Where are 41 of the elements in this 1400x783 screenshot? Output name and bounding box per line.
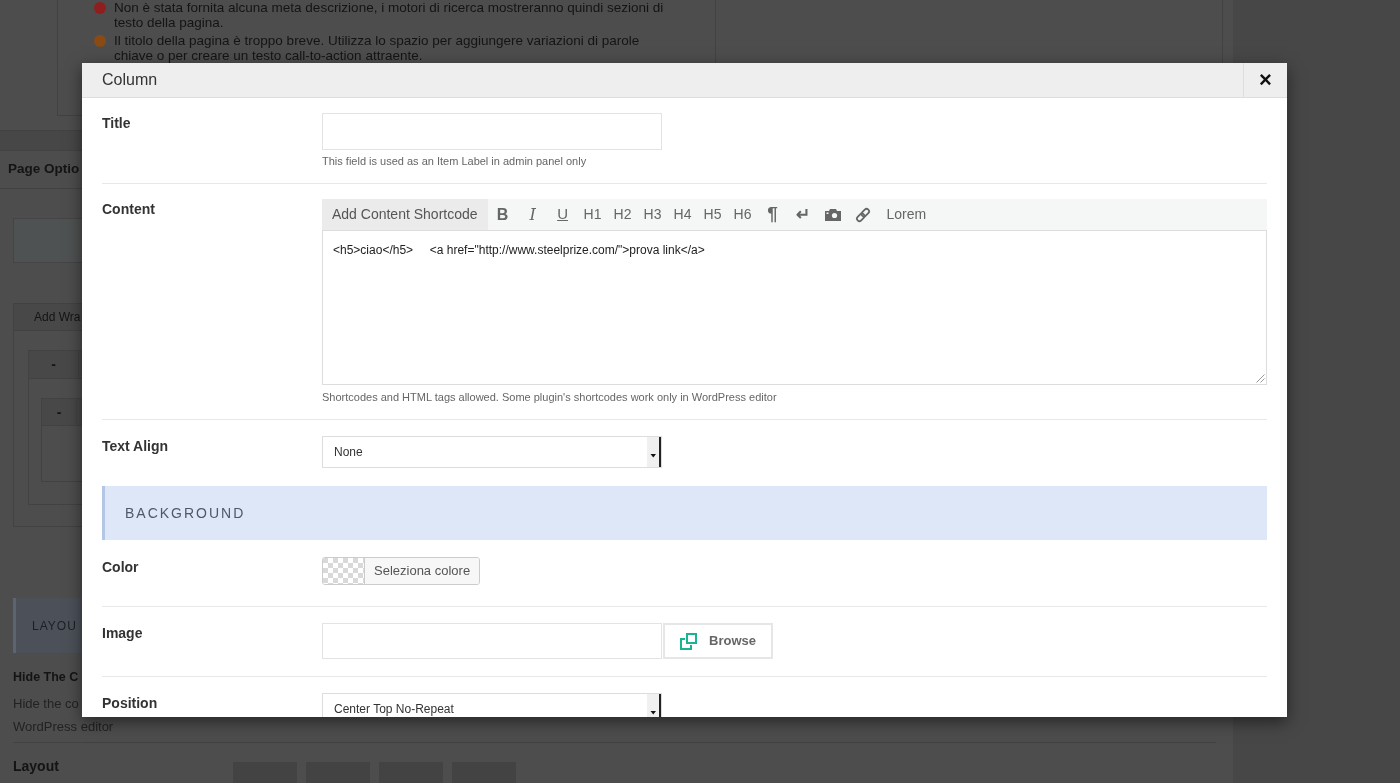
field-label: Image bbox=[102, 624, 144, 643]
heading-button[interactable]: H5 bbox=[697, 199, 728, 230]
link-icon bbox=[854, 206, 871, 223]
heading-button[interactable]: H3 bbox=[637, 199, 668, 230]
underline-button[interactable]: U bbox=[547, 199, 578, 230]
field-label: Layout bbox=[13, 757, 60, 776]
shortcode-button[interactable]: Lorem bbox=[877, 199, 936, 230]
field-label: Position bbox=[102, 694, 159, 713]
checkerboard-swatch-icon[interactable] bbox=[323, 558, 364, 584]
close-button[interactable]: × bbox=[1243, 63, 1287, 97]
italic-button[interactable]: I bbox=[517, 199, 548, 230]
paragraph-button[interactable]: ¶ bbox=[757, 199, 788, 230]
image-url-field[interactable] bbox=[322, 623, 662, 659]
text-input-field[interactable] bbox=[322, 113, 662, 150]
field-label: Color bbox=[102, 558, 140, 577]
heading-button[interactable]: H4 bbox=[667, 199, 698, 230]
heading-button[interactable]: H2 bbox=[607, 199, 638, 230]
info-box bbox=[13, 218, 82, 263]
dropdown-arrow-icon bbox=[647, 694, 661, 717]
bold-button[interactable]: B bbox=[487, 199, 518, 230]
field-label: Title bbox=[102, 114, 132, 133]
resize-grip-icon[interactable] bbox=[1256, 374, 1265, 383]
browse-button[interactable]: Browse bbox=[663, 623, 773, 659]
modal-title: Column bbox=[102, 70, 158, 90]
dropdown[interactable]: Center Top No-Repeat bbox=[322, 693, 662, 717]
dropdown[interactable]: None bbox=[322, 436, 662, 468]
panel-title: Page Optio bbox=[8, 160, 80, 179]
select-color-button[interactable]: Seleziona colore bbox=[364, 558, 480, 584]
add-shortcode-button[interactable]: Add Content Shortcode bbox=[322, 199, 488, 230]
line-break-button[interactable]: ↵ bbox=[787, 199, 818, 230]
heading-button[interactable]: H1 bbox=[577, 199, 608, 230]
heading-button[interactable]: H6 bbox=[727, 199, 758, 230]
color-picker[interactable]: Seleziona colore bbox=[322, 557, 481, 585]
content-editor-field[interactable]: <h5>ciao</h5> <a href="http://www.steelprize.com/">prova link</a> bbox=[322, 230, 1267, 385]
field-label: Text Align bbox=[102, 437, 170, 456]
field-hint: This field is used as an Item Label in admin panel only bbox=[322, 154, 587, 168]
overlapping-squares-icon bbox=[680, 632, 697, 650]
field-hint: Shortcodes and HTML tags allowed. Some plugin's shortcodes work only in WordPress editor bbox=[322, 390, 777, 404]
section-header: BACKGROUND bbox=[102, 486, 1267, 540]
camera-icon bbox=[824, 208, 841, 221]
field-label: Content bbox=[102, 200, 156, 219]
